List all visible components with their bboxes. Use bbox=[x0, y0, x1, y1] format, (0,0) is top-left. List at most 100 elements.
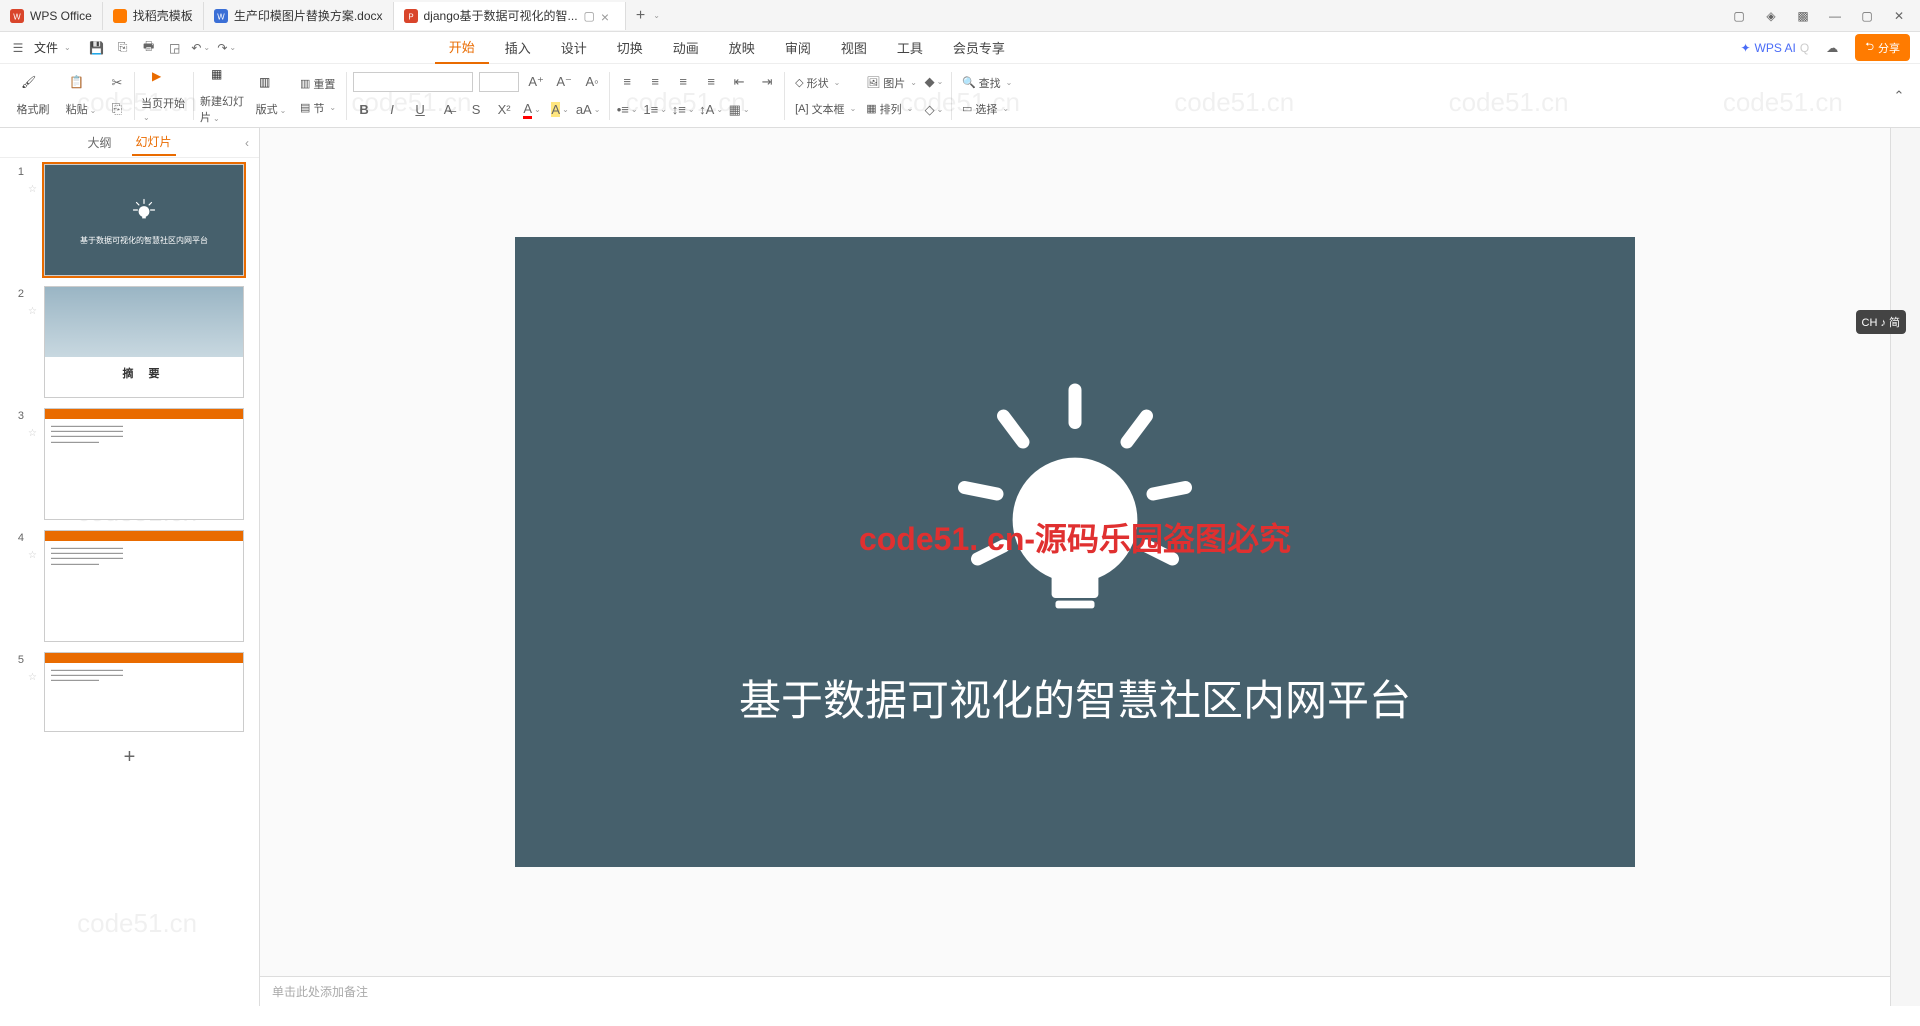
tab-ppt-active[interactable]: P django基于数据可视化的智... ▢ × bbox=[394, 2, 626, 30]
arrange-button[interactable]: ▦ 排列⌄ bbox=[862, 99, 921, 119]
body: 大纲 幻灯片 ‹ 1 ☆ 基于数据可视化的智慧社区内网平台 2 ☆ bbox=[0, 128, 1920, 1006]
reset-button[interactable]: ▥ 重置 bbox=[296, 74, 340, 94]
user-icon[interactable]: ▩ bbox=[1794, 7, 1812, 25]
strikethrough-icon[interactable]: S bbox=[465, 99, 487, 121]
font-family-input[interactable] bbox=[353, 72, 473, 92]
outline-tab[interactable]: 大纲 bbox=[83, 130, 115, 155]
bulb-icon bbox=[129, 195, 159, 225]
strike-icon[interactable]: A̶ bbox=[437, 99, 459, 121]
main-slide[interactable]: code51. cn-源码乐园盗图必究 基于数据可视化的智慧社区内网平台 bbox=[515, 237, 1635, 867]
align-menu-icon[interactable]: ▦⌄ bbox=[728, 99, 750, 121]
decrease-font-icon[interactable]: A⁻ bbox=[553, 71, 575, 93]
slide-thumbnail-1[interactable]: 基于数据可视化的智慧社区内网平台 bbox=[44, 164, 244, 276]
new-slide-button[interactable]: ▦ 新建幻灯片⌄ bbox=[200, 67, 246, 125]
slide-thumbnail-3[interactable]: ▬▬▬▬▬▬▬▬▬▬▬▬▬▬▬▬▬▬▬▬▬▬▬▬▬▬▬▬▬▬▬▬▬▬▬▬▬▬▬▬… bbox=[44, 408, 244, 520]
indent-inc-icon[interactable]: ⇥ bbox=[756, 71, 778, 93]
text-direction-icon[interactable]: ↕A⌄ bbox=[700, 99, 722, 121]
copy-icon[interactable]: ⎘ bbox=[106, 98, 128, 120]
textbox-button[interactable]: [A] 文本框⌄ bbox=[791, 99, 860, 119]
collapse-ribbon-icon[interactable]: ⌃ bbox=[1888, 85, 1910, 107]
paste-button[interactable]: 📋 粘贴⌄ bbox=[58, 75, 104, 117]
close-icon[interactable]: × bbox=[601, 9, 615, 23]
line-spacing-icon[interactable]: ↕≡⌄ bbox=[672, 99, 694, 121]
slide-thumbnail-2[interactable]: 摘 要 bbox=[44, 286, 244, 398]
print-icon[interactable]: 🖶 bbox=[141, 40, 157, 56]
menu-icon[interactable]: ☰ bbox=[10, 40, 26, 56]
numbering-icon[interactable]: 1≡⌄ bbox=[644, 99, 666, 121]
file-menu[interactable]: 文件⌄ bbox=[26, 35, 79, 60]
undo-icon[interactable]: ↶⌄ bbox=[193, 40, 209, 56]
section-button[interactable]: ▤ 节⌄ bbox=[296, 98, 340, 118]
font-size-input[interactable] bbox=[479, 72, 519, 92]
tab-insert[interactable]: 插入 bbox=[491, 32, 545, 63]
cube-icon[interactable]: ◈ bbox=[1762, 7, 1780, 25]
tab-label: 生产印模图片替换方案.docx bbox=[234, 7, 383, 24]
tab-vip[interactable]: 会员专享 bbox=[939, 32, 1019, 63]
bullets-icon[interactable]: •≡⌄ bbox=[616, 99, 638, 121]
notes-pane[interactable]: 单击此处添加备注 bbox=[260, 976, 1890, 1006]
slide-thumbnail-5[interactable]: ▬▬▬▬▬▬▬▬▬▬▬▬▬▬▬▬▬▬▬▬▬▬▬▬▬▬▬▬▬▬▬▬▬▬▬▬▬▬▬▬… bbox=[44, 652, 244, 732]
tab-review[interactable]: 审阅 bbox=[771, 32, 825, 63]
collapse-panel-icon[interactable]: ‹ bbox=[245, 136, 249, 150]
thumbnail-list: 1 ☆ 基于数据可视化的智慧社区内网平台 2 ☆ 摘 要 3 bbox=[0, 158, 259, 1006]
preview-icon[interactable]: ◲ bbox=[167, 40, 183, 56]
star-icon[interactable]: ☆ bbox=[28, 164, 40, 195]
italic-icon[interactable]: I bbox=[381, 99, 403, 121]
find-button[interactable]: 🔍 查找⌄ bbox=[958, 73, 1016, 93]
bold-icon[interactable]: B bbox=[353, 99, 375, 121]
tab-view[interactable]: 视图 bbox=[827, 32, 881, 63]
ribbon: 🖌 格式刷 📋 粘贴⌄ ✂ ⎘ ▶ 当页开始⌄ ▦ 新建幻灯片⌄ ▥ 版式⌄ ▥… bbox=[0, 64, 1920, 128]
minimize-button[interactable]: — bbox=[1826, 7, 1844, 25]
font-color-icon[interactable]: A⌄ bbox=[521, 99, 543, 121]
tab-docx[interactable]: W 生产印模图片替换方案.docx bbox=[204, 2, 394, 30]
star-icon[interactable]: ☆ bbox=[28, 286, 40, 317]
shape-button[interactable]: ◇ 形状⌄ bbox=[791, 73, 860, 93]
change-case-icon[interactable]: aA⌄ bbox=[577, 99, 599, 121]
cloud-icon[interactable]: ☁ bbox=[1823, 39, 1841, 57]
wps-ai-button[interactable]: ✦WPS AIQ bbox=[1740, 41, 1809, 55]
align-center-icon[interactable]: ≡ bbox=[644, 71, 666, 93]
close-button[interactable]: ✕ bbox=[1890, 7, 1908, 25]
tab-docer[interactable]: 找稻壳模板 bbox=[103, 2, 204, 30]
tab-transition[interactable]: 切换 bbox=[603, 32, 657, 63]
picture-button[interactable]: 🖼 图片⌄ bbox=[862, 73, 921, 93]
align-left-icon[interactable]: ≡ bbox=[616, 71, 638, 93]
tab-start[interactable]: 开始 bbox=[435, 31, 489, 64]
save-icon[interactable]: 💾 bbox=[89, 40, 105, 56]
new-tab-button[interactable]: +⌄ bbox=[626, 2, 670, 30]
shape-fill-icon[interactable]: ◆⌄ bbox=[923, 71, 945, 93]
shape-outline-icon[interactable]: ◇⌄ bbox=[923, 99, 945, 121]
slides-tab[interactable]: 幻灯片 bbox=[132, 129, 176, 156]
superscript-icon[interactable]: X² bbox=[493, 99, 515, 121]
menubar-right: ✦WPS AIQ ☁ ⮌分享 bbox=[1740, 34, 1910, 61]
thumb-row: 4 ☆ ▬▬▬▬▬▬▬▬▬▬▬▬▬▬▬▬▬▬▬▬▬▬▬▬▬▬▬▬▬▬▬▬▬▬▬▬… bbox=[10, 530, 249, 642]
tab-tools[interactable]: 工具 bbox=[883, 32, 937, 63]
indent-dec-icon[interactable]: ⇤ bbox=[728, 71, 750, 93]
align-justify-icon[interactable]: ≡ bbox=[700, 71, 722, 93]
star-icon[interactable]: ☆ bbox=[28, 652, 40, 683]
play-icon: ▶ bbox=[152, 69, 176, 93]
from-beginning-button[interactable]: ▶ 当页开始⌄ bbox=[141, 69, 187, 123]
tab-animation[interactable]: 动画 bbox=[659, 32, 713, 63]
cut-icon[interactable]: ✂ bbox=[106, 72, 128, 94]
print-quick-icon[interactable]: ⎘ bbox=[115, 40, 131, 56]
tab-slideshow[interactable]: 放映 bbox=[715, 32, 769, 63]
increase-font-icon[interactable]: A⁺ bbox=[525, 71, 547, 93]
tab-wps-office[interactable]: W WPS Office bbox=[0, 2, 103, 30]
format-painter-button[interactable]: 🖌 格式刷 bbox=[10, 75, 56, 117]
clear-format-icon[interactable]: A◦ bbox=[581, 71, 603, 93]
tab-design[interactable]: 设计 bbox=[547, 32, 601, 63]
layout-button[interactable]: ▥ 版式⌄ bbox=[248, 75, 294, 117]
star-icon[interactable]: ☆ bbox=[28, 530, 40, 561]
underline-icon[interactable]: U bbox=[409, 99, 431, 121]
add-slide-button[interactable]: + bbox=[10, 742, 249, 773]
redo-icon[interactable]: ↷⌄ bbox=[219, 40, 235, 56]
select-button[interactable]: ▭ 选择⌄ bbox=[958, 99, 1016, 119]
highlight-icon[interactable]: A⌄ bbox=[549, 99, 571, 121]
share-button[interactable]: ⮌分享 bbox=[1855, 34, 1910, 61]
app-icon[interactable]: ▢ bbox=[1730, 7, 1748, 25]
maximize-button[interactable]: ▢ bbox=[1858, 7, 1876, 25]
slide-thumbnail-4[interactable]: ▬▬▬▬▬▬▬▬▬▬▬▬▬▬▬▬▬▬▬▬▬▬▬▬▬▬▬▬▬▬▬▬▬▬▬▬▬▬▬▬… bbox=[44, 530, 244, 642]
star-icon[interactable]: ☆ bbox=[28, 408, 40, 439]
align-right-icon[interactable]: ≡ bbox=[672, 71, 694, 93]
